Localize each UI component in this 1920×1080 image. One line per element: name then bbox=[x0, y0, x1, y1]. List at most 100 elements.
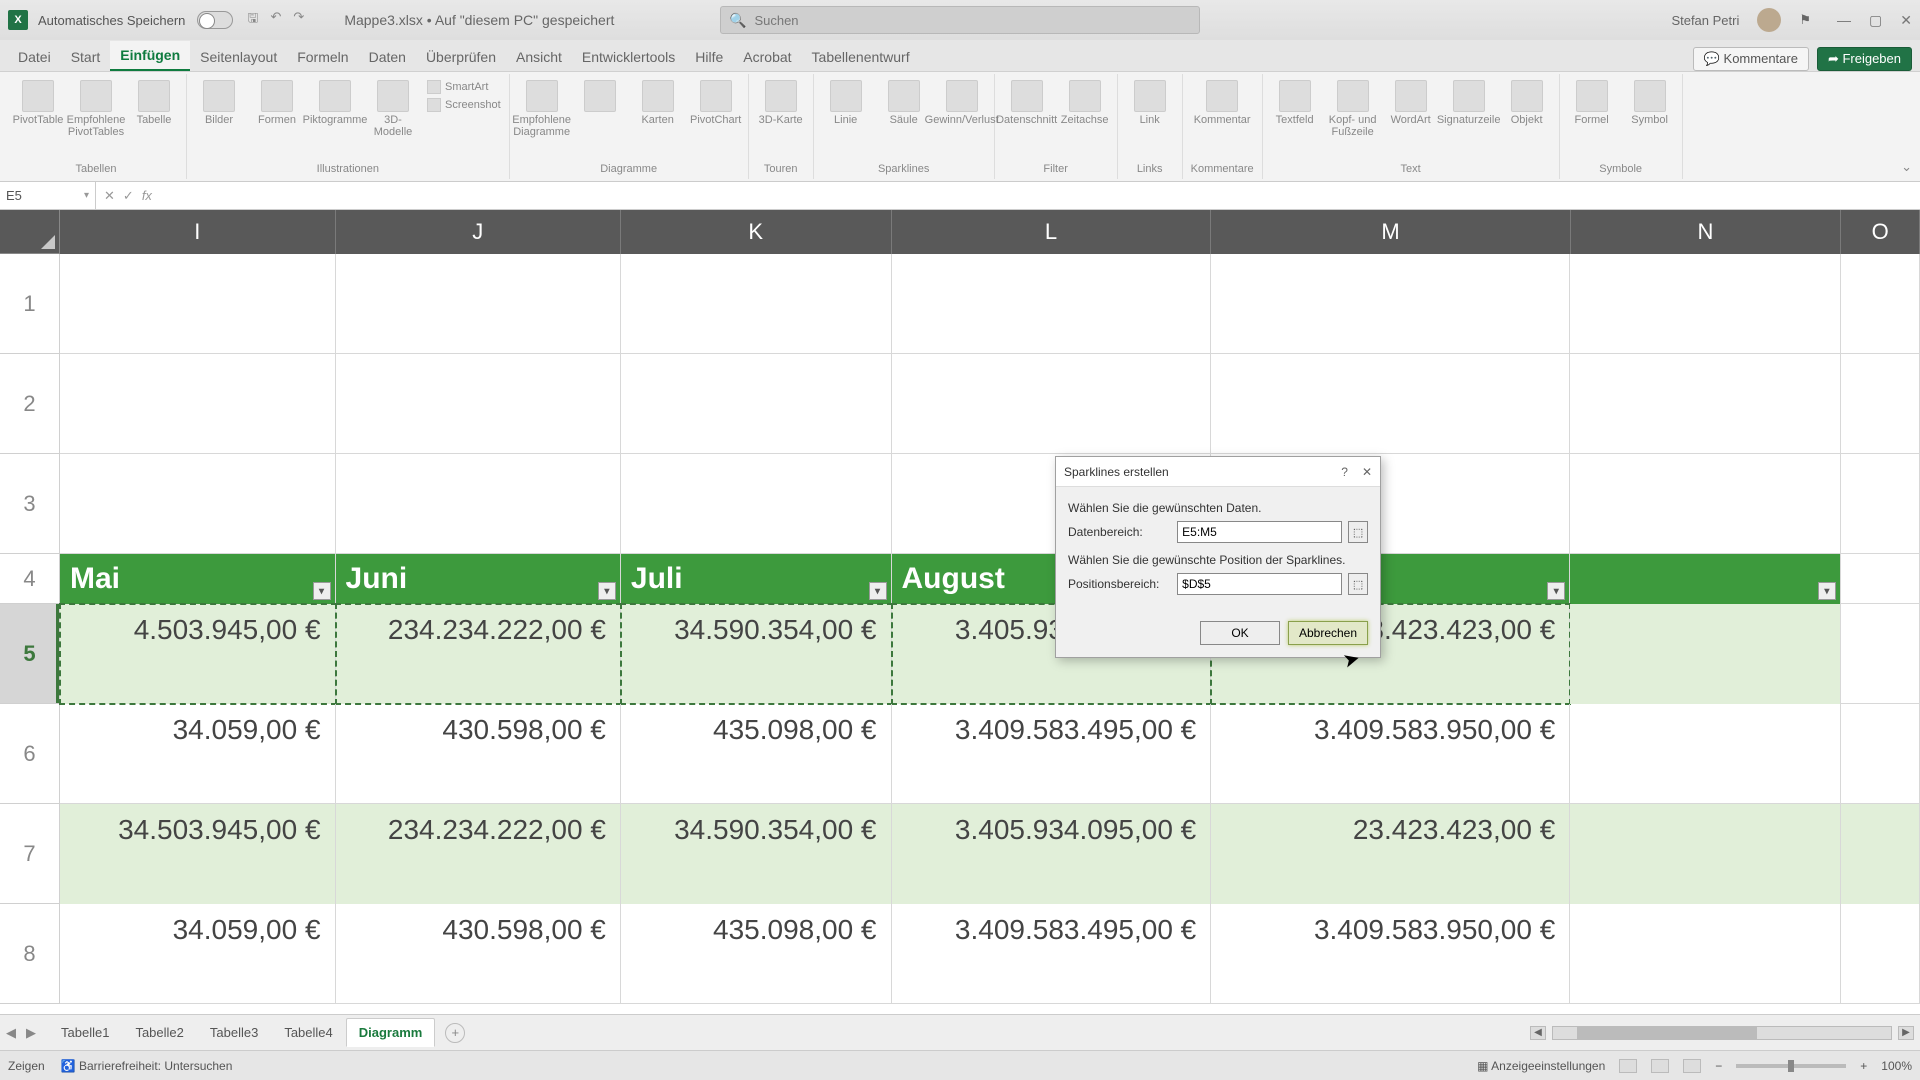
cell[interactable] bbox=[336, 254, 621, 354]
cell[interactable]: 435.098,00 € bbox=[621, 704, 892, 804]
chevron-down-icon[interactable]: ▾ bbox=[84, 190, 89, 201]
ribbon-button[interactable]: Formel bbox=[1568, 80, 1616, 126]
tab-einfügen[interactable]: Einfügen bbox=[110, 41, 190, 71]
cell[interactable] bbox=[1570, 704, 1841, 804]
cell[interactable]: 4.503.945,00 € bbox=[60, 604, 336, 704]
save-icon[interactable]: 🖫 bbox=[247, 9, 258, 31]
cell[interactable]: 3.405.934.095,00 € bbox=[892, 804, 1212, 904]
cell[interactable]: Juni▾ bbox=[336, 554, 621, 604]
column-header-J[interactable]: J bbox=[336, 210, 621, 254]
page-break-view-icon[interactable] bbox=[1683, 1059, 1701, 1073]
ribbon-small-button[interactable]: SmartArt bbox=[427, 80, 501, 94]
cell[interactable]: 3.409.583.495,00 € bbox=[892, 904, 1212, 1004]
cell[interactable] bbox=[1211, 354, 1570, 454]
column-header-N[interactable]: N bbox=[1571, 210, 1842, 254]
tab-tabellenentwurf[interactable]: Tabellenentwurf bbox=[802, 43, 920, 71]
cell[interactable]: Juli▾ bbox=[621, 554, 892, 604]
cell[interactable] bbox=[1841, 604, 1920, 704]
column-header-L[interactable]: L bbox=[892, 210, 1212, 254]
tab-entwicklertools[interactable]: Entwicklertools bbox=[572, 43, 685, 71]
row-header-4[interactable]: 4 bbox=[0, 554, 60, 604]
ribbon-button[interactable]: Textfeld bbox=[1271, 80, 1319, 126]
row-header-1[interactable]: 1 bbox=[0, 254, 60, 354]
cell[interactable]: 430.598,00 € bbox=[336, 704, 621, 804]
cell[interactable] bbox=[621, 454, 892, 554]
cell[interactable] bbox=[1570, 904, 1841, 1004]
column-header-M[interactable]: M bbox=[1211, 210, 1570, 254]
ribbon-button[interactable]: WordArt bbox=[1387, 80, 1435, 126]
row-header-7[interactable]: 7 bbox=[0, 804, 60, 904]
cell[interactable]: 34.590.354,00 € bbox=[621, 804, 892, 904]
row-header-5[interactable]: 5 bbox=[0, 604, 60, 704]
cell[interactable]: 34.590.354,00 € bbox=[621, 604, 892, 704]
display-settings[interactable]: ▦ Anzeigeeinstellungen bbox=[1477, 1059, 1605, 1073]
autosave-toggle[interactable]: Automatisches Speichern bbox=[38, 11, 233, 29]
ok-button[interactable]: OK bbox=[1200, 621, 1280, 645]
ribbon-button[interactable]: Link bbox=[1126, 80, 1174, 126]
ribbon-button[interactable]: Symbol bbox=[1626, 80, 1674, 126]
row-header-3[interactable]: 3 bbox=[0, 454, 60, 554]
cell[interactable] bbox=[892, 354, 1212, 454]
cell[interactable] bbox=[892, 254, 1212, 354]
cell[interactable] bbox=[60, 354, 336, 454]
share-button[interactable]: ➦ Freigeben bbox=[1817, 47, 1912, 71]
ribbon-button[interactable]: Karten bbox=[634, 80, 682, 126]
cell[interactable]: ▾ bbox=[1570, 554, 1841, 604]
cancel-button[interactable]: Abbrechen bbox=[1288, 621, 1368, 645]
horizontal-scrollbar[interactable] bbox=[1552, 1026, 1892, 1040]
cell[interactable]: 34.059,00 € bbox=[60, 704, 336, 804]
ribbon-small-button[interactable]: Screenshot bbox=[427, 98, 501, 112]
ribbon-button[interactable]: Empfohlene Diagramme bbox=[518, 80, 566, 138]
cell[interactable]: 234.234.222,00 € bbox=[336, 804, 621, 904]
cell[interactable] bbox=[1570, 804, 1841, 904]
cell[interactable]: 435.098,00 € bbox=[621, 904, 892, 1004]
cell[interactable]: 234.234.222,00 € bbox=[336, 604, 621, 704]
filter-icon[interactable]: ▾ bbox=[313, 582, 331, 600]
sheet-tab-tabelle1[interactable]: Tabelle1 bbox=[48, 1018, 122, 1047]
column-header-I[interactable]: I bbox=[60, 210, 336, 254]
position-range-input[interactable] bbox=[1177, 573, 1342, 595]
zoom-slider[interactable] bbox=[1736, 1064, 1846, 1068]
minimize-icon[interactable]: — bbox=[1837, 12, 1851, 29]
name-box[interactable]: E5 ▾ bbox=[0, 182, 96, 209]
row-header-2[interactable]: 2 bbox=[0, 354, 60, 454]
cell[interactable] bbox=[1841, 704, 1920, 804]
ribbon-button[interactable]: Datenschnitt bbox=[1003, 80, 1051, 126]
ribbon-button[interactable]: PivotTable bbox=[14, 80, 62, 126]
toggle-off-icon[interactable] bbox=[197, 11, 233, 29]
tab-formeln[interactable]: Formeln bbox=[287, 43, 358, 71]
cell[interactable]: 23.423.423,00 € bbox=[1211, 804, 1570, 904]
tab-seitenlayout[interactable]: Seitenlayout bbox=[190, 43, 287, 71]
ribbon-button[interactable]: Tabelle bbox=[130, 80, 178, 126]
cancel-formula-icon[interactable]: ✕ bbox=[104, 188, 115, 204]
page-layout-view-icon[interactable] bbox=[1651, 1059, 1669, 1073]
ribbon-collapse-icon[interactable]: ⌄ bbox=[1901, 159, 1912, 175]
tab-hilfe[interactable]: Hilfe bbox=[685, 43, 733, 71]
cell[interactable]: Mai▾ bbox=[60, 554, 336, 604]
zoom-level[interactable]: 100% bbox=[1881, 1059, 1912, 1073]
row-header-6[interactable]: 6 bbox=[0, 704, 60, 804]
maximize-icon[interactable]: ▢ bbox=[1869, 12, 1882, 29]
cell[interactable] bbox=[60, 454, 336, 554]
cell[interactable]: 34.503.945,00 € bbox=[60, 804, 336, 904]
ribbon-button[interactable]: Kopf- und Fußzeile bbox=[1329, 80, 1377, 138]
cell[interactable] bbox=[1841, 354, 1920, 454]
cell[interactable] bbox=[1841, 904, 1920, 1004]
select-all-corner[interactable] bbox=[0, 210, 60, 254]
sheet-tab-tabelle2[interactable]: Tabelle2 bbox=[122, 1018, 196, 1047]
help-icon[interactable]: ? bbox=[1341, 465, 1348, 479]
enter-formula-icon[interactable]: ✓ bbox=[123, 188, 134, 204]
ribbon-button[interactable]: PivotChart bbox=[692, 80, 740, 126]
tab-ansicht[interactable]: Ansicht bbox=[506, 43, 572, 71]
ribbon-button[interactable]: 3D-Karte bbox=[757, 80, 805, 126]
ribbon-button[interactable]: Gewinn/Verlust bbox=[938, 80, 986, 126]
dialog-close-icon[interactable]: ✕ bbox=[1362, 465, 1372, 479]
cell[interactable] bbox=[621, 254, 892, 354]
filter-icon[interactable]: ▾ bbox=[1547, 582, 1565, 600]
redo-icon[interactable]: ↷ bbox=[293, 9, 304, 31]
sheet-tab-tabelle4[interactable]: Tabelle4 bbox=[271, 1018, 345, 1047]
comments-button[interactable]: 💬 Kommentare bbox=[1693, 47, 1809, 71]
cell[interactable]: 3.409.583.950,00 € bbox=[1211, 904, 1570, 1004]
ribbon-button[interactable]: Bilder bbox=[195, 80, 243, 126]
row-header-8[interactable]: 8 bbox=[0, 904, 60, 1004]
